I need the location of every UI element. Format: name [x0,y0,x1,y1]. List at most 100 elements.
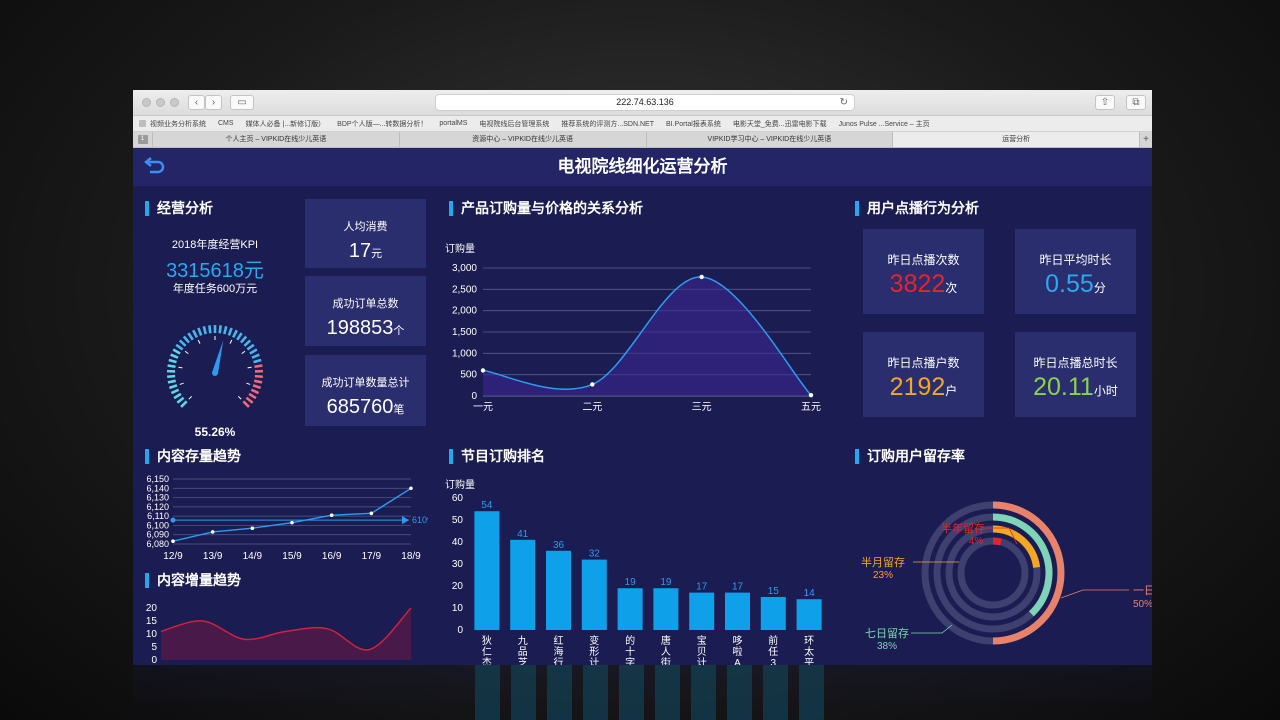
gauge-scale-tick [178,366,183,369]
url-bar[interactable]: 222.74.63.136 ↻ [435,94,855,111]
stat-unit: 笔 [393,404,405,416]
chart-ytick: 20 [452,581,464,592]
chart-ytick: 30 [452,559,464,570]
gauge-tick [178,339,187,347]
chart-xtick: 狄 [482,635,492,647]
chart-xtick: 环 [804,636,814,647]
chart-xtick: 字 [625,656,635,665]
reflection-bar [619,665,644,720]
gauge-scale-tick [229,339,233,344]
tab-operations-analysis[interactable]: 运营分析 [893,132,1140,147]
new-tab-button[interactable]: + [1140,132,1152,147]
chart-xtick: 计 [589,656,599,665]
play-stat-unit: 小时 [1093,384,1118,398]
gauge-tick [173,392,182,400]
share-button[interactable]: ⇧ [1095,95,1115,110]
stat-value: 17 [348,240,372,262]
gauge-tick [208,325,212,334]
gauge-tick [176,396,185,404]
chart-xtick: 五元 [801,402,821,413]
chart-data-label: 17 [696,582,708,593]
reflection-bar [475,665,500,720]
chart-slice-label: 4% [969,536,984,547]
chart-xtick: 十 [625,645,635,658]
chart-xtick: 计 [697,656,707,665]
tab-resource-center[interactable]: 资源中心 – VIPKID在线少儿英语 [400,132,647,147]
chart-leader-line [1060,589,1129,599]
section-title-content-increment: 内容增量趋势 [145,572,241,588]
gauge-tick [246,343,255,351]
close-window-button[interactable] [142,98,151,107]
bookmark-item[interactable]: Junos Pulse ...Service – 主页 [839,119,930,129]
chart-xtick: 唐 [661,634,671,647]
bookmark-item[interactable]: BI.Portal报表系统 [666,119,721,129]
chart-ytick: 6,110 [147,511,169,521]
chart-ytick: 5 [151,642,157,653]
minimize-window-button[interactable] [156,98,165,107]
bookmark-item[interactable]: 视频业务分析系统 [150,119,206,129]
gauge-scale-tick [188,395,193,400]
chart-ytick: 3,000 [452,263,477,274]
tabs-overview-button[interactable]: ⧉ [1126,95,1146,110]
bookmark-item[interactable]: 推荐系统的评测方...SDN.NET [561,119,654,129]
stat-label: 人均消费 [343,221,388,233]
chart-ytick: 0 [151,655,157,665]
gauge-tick [170,388,180,395]
back-nav-button[interactable]: ‹ [188,95,205,110]
zoom-window-button[interactable] [170,98,179,107]
play-stat-avg-duration: 昨日平均时长 0.55分 [1015,229,1136,314]
chart-xtick: 平 [804,658,814,665]
chart-markline-start [170,517,176,523]
page-reflection [133,665,1152,720]
bookmark-item[interactable]: BDP个人版—...转数据分析！ [337,119,427,129]
dashboard: 电视院线细化运营分析 经营分析 2018年度经营KPI 3315618元 年度任… [133,148,1152,665]
bookmark-item[interactable]: 电视院线后台管理系统 [479,119,549,129]
play-stat-unit: 户 [945,384,958,398]
bookmark-item[interactable]: CMS [218,120,234,127]
reload-icon[interactable]: ↻ [840,95,848,110]
chart-ytick: 0 [457,625,463,636]
tab-overview-icon[interactable]: 1 [133,132,153,147]
chart-data-label: 54 [481,500,493,511]
reflection-bar [655,665,680,720]
chart-xtick: 杰 [482,657,492,665]
stat-value: 198853 [326,317,394,339]
chart-data-label: 14 [804,588,816,599]
play-stat-count: 昨日点播次数 3822次 [863,229,984,314]
chart-xtick: A [734,658,741,665]
stat-total-orders: 成功订单总数 198853个 [305,276,426,346]
chart-ytick: 6,120 [146,502,169,512]
tab-bar: 1 个人主页 – VIPKID在线少儿英语 资源中心 – VIPKID在线少儿英… [133,132,1152,148]
browser-window: ‹ › ▭ 222.74.63.136 ↻ ⇧ ⧉ 视频业务分析系统 CMS 媒… [133,90,1152,665]
gauge-tick [180,400,188,408]
gauge-tick [187,332,194,341]
chart-ytick: 20 [146,603,158,614]
chart-xtick: 变 [589,634,599,647]
gauge-percent: 55.26% [194,425,236,439]
reflection-bar [763,665,788,720]
chart-slice-name: 半年留存 [941,521,985,535]
bookmarks-icon[interactable] [139,120,146,127]
tab-personal-home[interactable]: 个人主页 – VIPKID在线少儿英语 [153,132,400,147]
bookmark-item[interactable]: 媒体人必备 |...新修订版） [246,119,326,129]
chart-ytick: 6,090 [146,530,169,540]
gauge-tick [253,358,262,364]
chart-xtick: 3 [771,658,777,665]
chart-area-fill [161,608,411,660]
bookmark-item[interactable]: 电影天堂_免费...迅雷电影下载 [733,119,827,129]
tab-learning-center[interactable]: VIPKID学习中心 – VIPKID在线少儿英语 [647,132,894,147]
kpi-gauge [166,325,264,408]
gauge-tick [254,374,263,379]
gauge-scale-tick [197,339,201,344]
forward-nav-button[interactable]: › [205,95,222,110]
chart-ring-arc [992,537,1002,546]
reflection-bar [727,665,752,720]
sidebar-toggle-button[interactable]: ▭ [230,95,254,110]
chart-ytick: 6,130 [146,493,169,503]
section-title-operations: 经营分析 [145,200,213,216]
chart-bar [581,559,607,630]
gauge-tick [168,358,177,364]
chart-slice-name: 半月留存 [861,555,905,569]
chart-bar [796,599,822,630]
bookmark-item[interactable]: portalMS [439,120,467,127]
